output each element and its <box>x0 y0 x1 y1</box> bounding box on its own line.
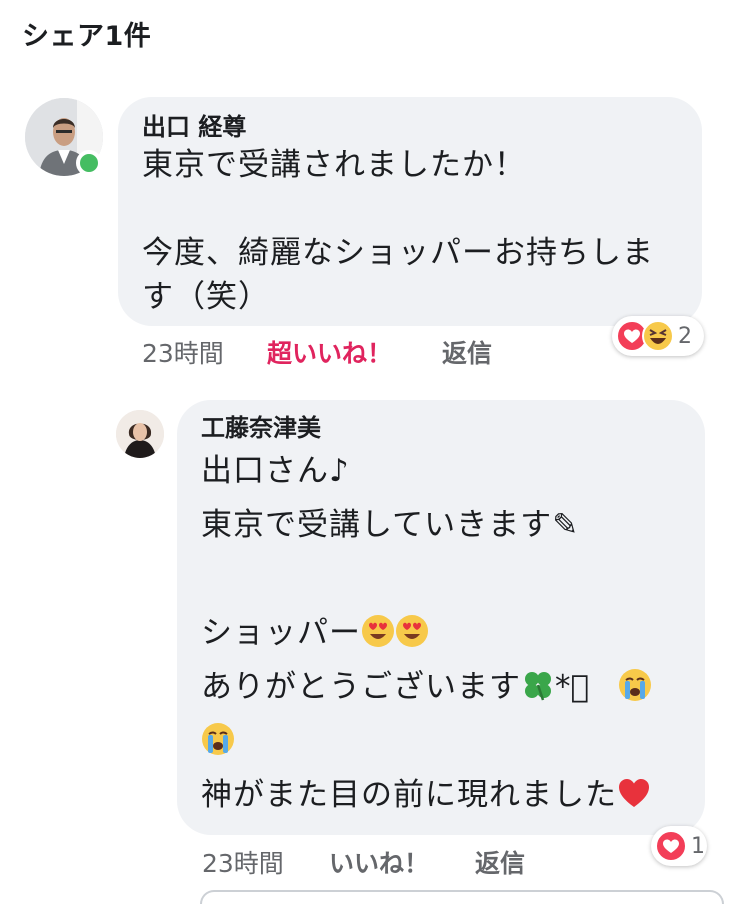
crying-face-emoji-icon <box>619 669 652 701</box>
four-leaf-clover-icon <box>525 672 551 701</box>
comment-author[interactable]: 出口 経尊 <box>142 111 680 143</box>
reply-button[interactable]: 返信 <box>475 844 525 880</box>
comment-text-line <box>142 187 680 231</box>
comment-text-line: 今度、綺麗なショッパーお持ちしま <box>142 235 654 271</box>
comment-text: ショッパー <box>201 615 361 651</box>
share-count-title: シェア1件 <box>22 21 152 52</box>
comment-text-line-with-emoji: ありがとうございます *ﾟ <box>201 660 683 714</box>
haha-reaction-icon <box>642 320 674 352</box>
comment-text-line: 出口さん♪ <box>201 453 350 489</box>
heart-eyes-emoji-icon <box>362 615 394 647</box>
comment-text: ありがとうございます <box>201 669 521 705</box>
crying-face-emoji-icon <box>202 723 234 755</box>
comment-text-line: 東京で受講されましたか！ <box>142 147 526 183</box>
comment-text-line-with-emoji <box>201 714 683 768</box>
heart-eyes-emoji-icon <box>396 615 428 647</box>
comment-bubble: 出口 経尊 東京で受講されましたか！ 今度、綺麗なショッパーお持ちしま す（笑） <box>118 97 702 326</box>
super-like-button[interactable]: 超いいね！ <box>267 334 392 370</box>
reply-button[interactable]: 返信 <box>442 334 492 370</box>
like-button[interactable]: いいね！ <box>329 844 429 880</box>
comment-text-line-with-emoji: 神がまた目の前に現れました <box>201 768 683 822</box>
online-status-dot <box>76 150 102 176</box>
love-reaction-icon <box>655 830 687 862</box>
comment-timestamp[interactable]: 23時間 <box>142 334 224 370</box>
comment-author[interactable]: 工藤奈津美 <box>201 412 683 444</box>
comment-text-line <box>201 552 683 606</box>
decorative-text: *ﾟ <box>555 669 591 705</box>
comment-timestamp[interactable]: 23時間 <box>202 844 284 880</box>
reaction-summary[interactable]: 2 <box>612 316 704 356</box>
comment-text-line: 東京で受講していきます✎ <box>201 507 580 543</box>
next-comment-edge <box>200 890 724 904</box>
comment-text: 神がまた目の前に現れました <box>201 777 617 813</box>
reaction-summary[interactable]: 1 <box>651 826 707 866</box>
comment-text-line: す（笑） <box>142 279 270 315</box>
comment-text-line-with-emoji: ショッパー <box>201 606 683 660</box>
reply-bubble: 工藤奈津美 出口さん♪ 東京で受講していきます✎ ショッパー ありがとうございま… <box>177 400 705 835</box>
avatar[interactable] <box>116 410 164 458</box>
reaction-count: 1 <box>691 833 705 859</box>
red-heart-emoji-icon <box>619 779 649 807</box>
reaction-count: 2 <box>678 323 692 349</box>
